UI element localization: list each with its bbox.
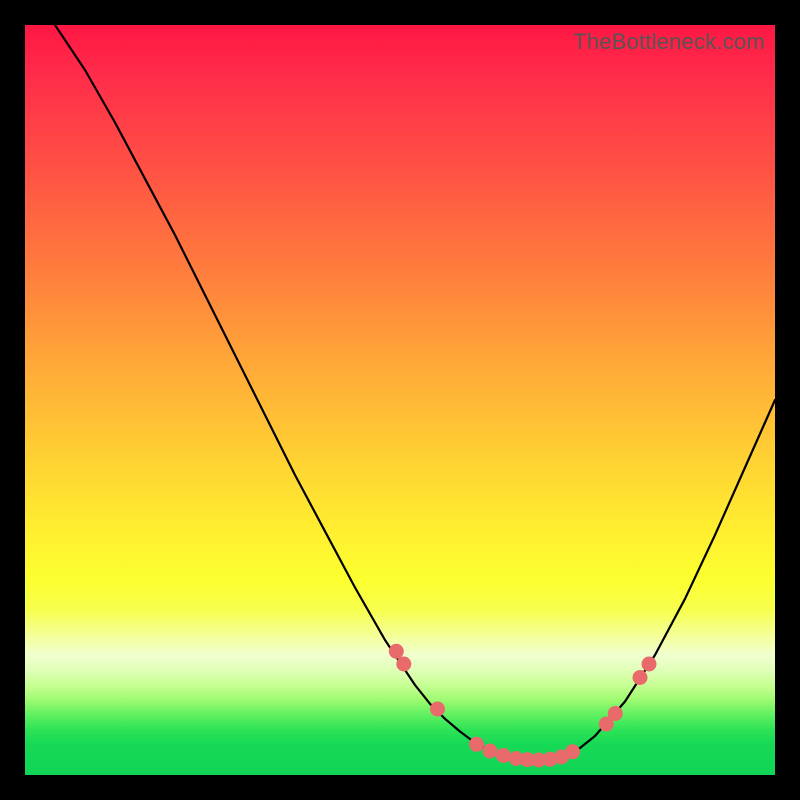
curve-marker bbox=[642, 657, 657, 672]
curve-marker bbox=[608, 706, 623, 721]
curve-marker bbox=[633, 670, 648, 685]
curve-marker bbox=[496, 748, 511, 763]
plot-area: TheBottleneck.com bbox=[25, 25, 775, 775]
curve-marker bbox=[483, 744, 498, 759]
curve-marker bbox=[469, 737, 484, 752]
chart-frame: TheBottleneck.com bbox=[0, 0, 800, 800]
curve-markers bbox=[389, 644, 657, 768]
curve-marker bbox=[389, 644, 404, 659]
bottleneck-curve bbox=[25, 25, 775, 775]
curve-marker bbox=[565, 744, 580, 759]
curve-marker bbox=[430, 702, 445, 717]
curve-line bbox=[55, 25, 775, 760]
curve-marker bbox=[396, 657, 411, 672]
